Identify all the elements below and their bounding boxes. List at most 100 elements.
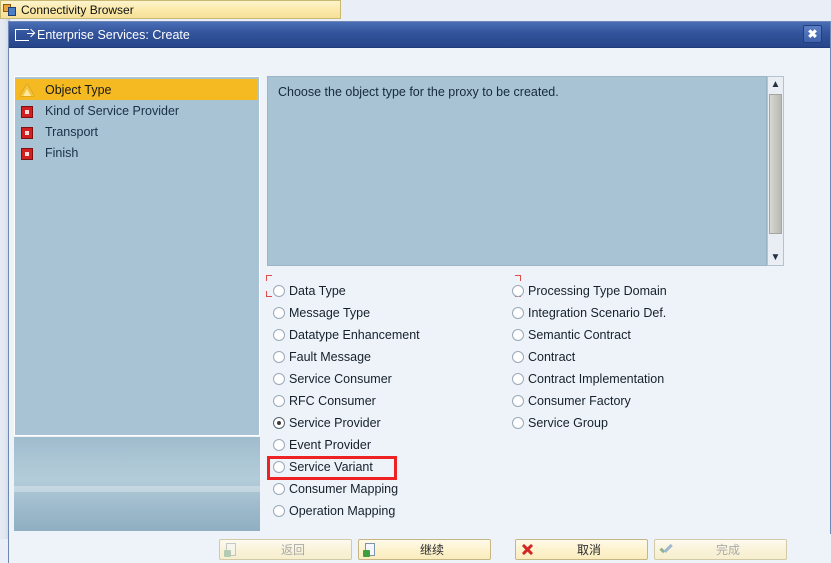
radio-label: Data Type	[289, 284, 346, 298]
radio-service-group[interactable]: Service Group	[512, 412, 667, 434]
radio-label: Contract Implementation	[528, 372, 665, 386]
app-window-icon	[3, 3, 17, 17]
wizard-step-finish[interactable]: Finish	[15, 142, 259, 163]
radio-button[interactable]	[512, 285, 524, 297]
radio-contract-implementation[interactable]: Contract Implementation	[512, 368, 667, 390]
finish-button[interactable]: 完成	[654, 538, 787, 560]
radio-label: Datatype Enhancement	[289, 328, 420, 342]
instruction-text: Choose the object type for the proxy to …	[278, 85, 559, 99]
chevron-down-icon[interactable]: ▼	[768, 250, 783, 265]
radio-label: Contract	[528, 350, 576, 364]
radio-button[interactable]	[273, 351, 285, 363]
dialog-backdrop-image	[14, 437, 260, 531]
radio-datatype-enhancement[interactable]: Datatype Enhancement	[273, 324, 420, 346]
continue-button-label: 继续	[419, 542, 444, 557]
radio-button[interactable]	[273, 395, 285, 407]
instruction-scrollbar[interactable]: ▲ ▼	[767, 76, 784, 266]
radio-label: Service Provider	[289, 416, 381, 430]
radio-rfc-consumer[interactable]: RFC Consumer	[273, 390, 420, 412]
radio-operation-mapping[interactable]: Operation Mapping	[273, 500, 420, 522]
red-square-icon	[19, 124, 35, 140]
instruction-panel: Choose the object type for the proxy to …	[267, 76, 767, 266]
back-button-label: 返回	[280, 542, 305, 557]
wizard-step-label: Kind of Service Provider	[45, 103, 180, 118]
radio-label: Operation Mapping	[289, 504, 396, 518]
radio-label: Service Group	[528, 416, 608, 430]
wizard-step-label: Object Type	[45, 82, 112, 97]
finish-button-label: 完成	[715, 542, 740, 557]
radio-data-type[interactable]: Data Type	[266, 275, 420, 302]
radio-label: Event Provider	[289, 438, 371, 452]
radio-service-variant[interactable]: Service Variant	[273, 456, 420, 478]
wizard-step-icon	[15, 28, 34, 41]
background-window-title: Connectivity Browser	[21, 2, 134, 17]
dialog-body: Object Type Kind of Service Provider Tra…	[9, 48, 831, 563]
continue-button[interactable]: 继续	[358, 538, 491, 560]
radio-button[interactable]	[273, 483, 285, 495]
radio-button[interactable]	[273, 329, 285, 341]
close-icon[interactable]: ✖	[803, 25, 822, 43]
radio-label: Integration Scenario Def.	[528, 306, 667, 320]
warning-triangle-icon	[19, 82, 35, 98]
radio-button[interactable]	[512, 417, 524, 429]
object-type-selection-area: Data Type Message Type Datatype Enhancem…	[266, 275, 777, 535]
red-square-icon	[19, 145, 35, 161]
radio-service-provider[interactable]: Service Provider	[273, 412, 420, 434]
dialog-titlebar[interactable]: Enterprise Services: Create ✖	[9, 22, 830, 48]
dialog-button-bar: 返回 继续 取消 完成	[9, 534, 831, 563]
radio-button[interactable]	[273, 307, 285, 319]
back-button[interactable]: 返回	[219, 538, 352, 560]
document-back-icon	[224, 542, 239, 557]
radio-button[interactable]	[512, 395, 524, 407]
object-type-column-left: Data Type Message Type Datatype Enhancem…	[266, 275, 420, 522]
radio-semantic-contract[interactable]: Semantic Contract	[512, 324, 667, 346]
radio-service-consumer[interactable]: Service Consumer	[273, 368, 420, 390]
radio-label: Processing Type Domain	[528, 284, 667, 298]
radio-message-type[interactable]: Message Type	[273, 302, 420, 324]
radio-label: Semantic Contract	[528, 328, 631, 342]
red-square-icon	[19, 103, 35, 119]
cancel-button-label: 取消	[576, 542, 601, 557]
radio-button[interactable]	[273, 461, 285, 473]
dialog-title: Enterprise Services: Create	[37, 27, 190, 42]
radio-contract[interactable]: Contract	[512, 346, 667, 368]
radio-button[interactable]	[512, 329, 524, 341]
scrollbar-thumb[interactable]	[769, 94, 782, 234]
screen-root: Connectivity Browser Enterprise Services…	[0, 0, 831, 563]
radio-consumer-mapping[interactable]: Consumer Mapping	[273, 478, 420, 500]
radio-label: RFC Consumer	[289, 394, 376, 408]
radio-button[interactable]	[273, 505, 285, 517]
wizard-step-tree: Object Type Kind of Service Provider Tra…	[14, 76, 260, 436]
radio-button[interactable]	[273, 417, 285, 429]
wizard-step-object-type[interactable]: Object Type	[15, 79, 257, 100]
wizard-step-label: Transport	[45, 124, 99, 139]
enterprise-services-create-dialog: Enterprise Services: Create ✖ Object Typ…	[8, 21, 831, 563]
green-check-icon	[659, 542, 674, 557]
radio-button[interactable]	[273, 439, 285, 451]
radio-integration-scenario-def[interactable]: Integration Scenario Def.	[512, 302, 667, 324]
radio-button[interactable]	[273, 373, 285, 385]
wizard-step-label: Finish	[45, 145, 79, 160]
radio-button[interactable]	[512, 307, 524, 319]
radio-button[interactable]	[273, 285, 285, 297]
background-window-titlebar[interactable]: Connectivity Browser	[0, 0, 341, 19]
radio-button[interactable]	[512, 351, 524, 363]
radio-button[interactable]	[512, 373, 524, 385]
radio-label: Service Variant	[289, 460, 373, 474]
wizard-step-kind-of-service-provider[interactable]: Kind of Service Provider	[15, 100, 259, 121]
red-x-icon	[520, 542, 535, 557]
radio-label: Message Type	[289, 306, 371, 320]
object-type-column-right: Processing Type Domain Integration Scena…	[512, 275, 667, 434]
document-next-icon	[363, 542, 378, 557]
radio-fault-message[interactable]: Fault Message	[273, 346, 420, 368]
radio-label: Fault Message	[289, 350, 371, 364]
radio-label: Service Consumer	[289, 372, 392, 386]
radio-event-provider[interactable]: Event Provider	[273, 434, 420, 456]
radio-consumer-factory[interactable]: Consumer Factory	[512, 390, 667, 412]
chevron-up-icon[interactable]: ▲	[768, 77, 783, 92]
cancel-button[interactable]: 取消	[515, 538, 648, 560]
radio-label: Consumer Factory	[528, 394, 631, 408]
radio-label: Consumer Mapping	[289, 482, 399, 496]
wizard-step-transport[interactable]: Transport	[15, 121, 259, 142]
radio-processing-type-domain[interactable]: Processing Type Domain	[512, 275, 667, 302]
